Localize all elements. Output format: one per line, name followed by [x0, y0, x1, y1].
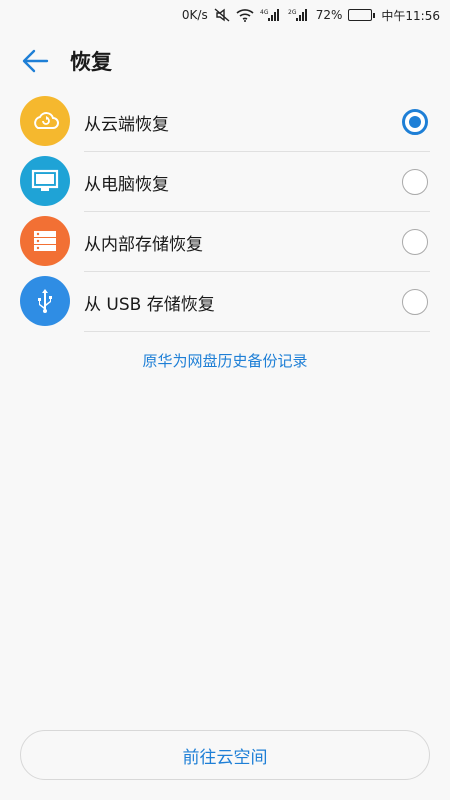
battery-percent: 72% [315, 8, 343, 22]
app-bar: 恢复 [0, 30, 450, 92]
signal2-type: 2G [288, 9, 297, 16]
page-title: 恢复 [70, 50, 112, 74]
goto-cloud-space-button[interactable]: 前往云空间 [20, 730, 430, 780]
usb-icon [20, 276, 70, 326]
option-internal-storage[interactable]: 从内部存储恢复 [0, 212, 450, 272]
signal-icon-1: 4G [260, 8, 282, 22]
storage-icon [20, 216, 70, 266]
signal1-type: 4G [260, 9, 269, 16]
option-label: 从内部存储恢复 [84, 234, 203, 255]
clock: 中午11:56 [381, 8, 440, 23]
history-backup-link[interactable]: 原华为网盘历史备份记录 [0, 350, 450, 371]
radio-selected[interactable] [402, 109, 428, 135]
battery-icon [348, 9, 376, 21]
arrow-left-icon [22, 49, 49, 73]
cloud-restore-icon [20, 96, 70, 146]
network-speed: 0K/s [181, 8, 208, 22]
divider [84, 331, 430, 332]
option-label: 从 USB 存储恢复 [84, 294, 215, 315]
option-usb[interactable]: 从 USB 存储恢复 [0, 272, 450, 332]
back-button[interactable] [0, 30, 70, 92]
option-label: 从电脑恢复 [84, 174, 169, 195]
option-label: 从云端恢复 [84, 114, 169, 135]
radio-unselected[interactable] [402, 229, 428, 255]
mute-icon [214, 8, 230, 22]
radio-unselected[interactable] [402, 169, 428, 195]
status-bar: 0K/s 4G 2G 72% 中午11:56 [0, 0, 450, 30]
option-cloud[interactable]: 从云端恢复 [0, 92, 450, 152]
option-computer[interactable]: 从电脑恢复 [0, 152, 450, 212]
radio-unselected[interactable] [402, 289, 428, 315]
restore-options-list: 从云端恢复 从电脑恢复 从内部存储恢复 从 USB 存储恢复 [0, 92, 450, 332]
wifi-icon [236, 8, 254, 22]
monitor-icon [20, 156, 70, 206]
signal-icon-2: 2G [288, 8, 310, 22]
